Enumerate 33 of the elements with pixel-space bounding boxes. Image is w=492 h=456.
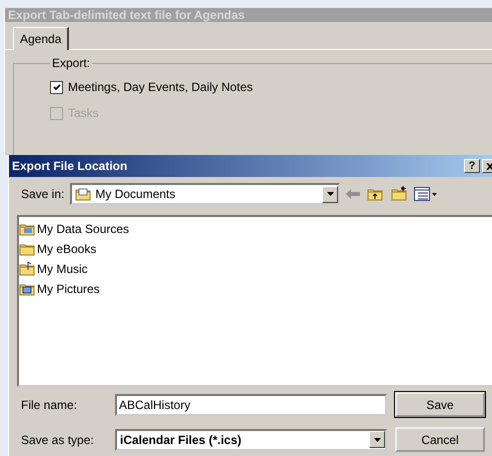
folder-name: My Pictures [37,282,100,296]
group-label: Export: [51,56,92,70]
file-name-label: File name: [21,398,78,412]
folder-name: My Music [37,262,88,276]
check-mark-icon [52,84,60,90]
folder-item[interactable]: My Pictures [19,279,100,299]
folder-name: My Data Sources [37,222,130,236]
folder-item[interactable]: My eBooks [19,239,96,259]
caret-icon [326,192,334,196]
help-button[interactable]: ? [464,159,480,173]
save-in-label: Save in: [21,187,64,201]
folder-item[interactable]: My Data Sources [19,219,130,239]
file-type-dropdown[interactable]: iCalendar Files (*.ics) [115,428,387,450]
checkbox-label: Meetings, Day Events, Daily Notes [68,80,253,94]
save-in-dropdown[interactable]: My Documents [70,183,340,205]
new-folder-icon[interactable] [390,186,408,202]
file-name-field[interactable]: ABCalHistory [115,394,387,416]
close-icon [486,162,492,170]
dropdown-button[interactable] [322,186,338,202]
checkbox[interactable] [50,80,63,94]
dropdown-button[interactable] [369,431,385,448]
dialog-title: Export File Location [12,159,128,173]
window-title: Export Tab-delimited text file for Agendas [5,8,492,22]
save-as-type-label: Save as type: [21,432,95,446]
caret-icon [374,438,380,442]
folder-name: My eBooks [37,242,96,256]
view-menu-icon[interactable] [414,187,438,201]
cancel-button[interactable]: Cancel [395,427,485,452]
documents-folder-icon [75,186,92,202]
tab[interactable]: Agenda [13,27,70,50]
folder-item[interactable]: My Music [19,259,88,279]
save-button[interactable]: Save [395,392,485,417]
folder-icon [19,261,35,277]
